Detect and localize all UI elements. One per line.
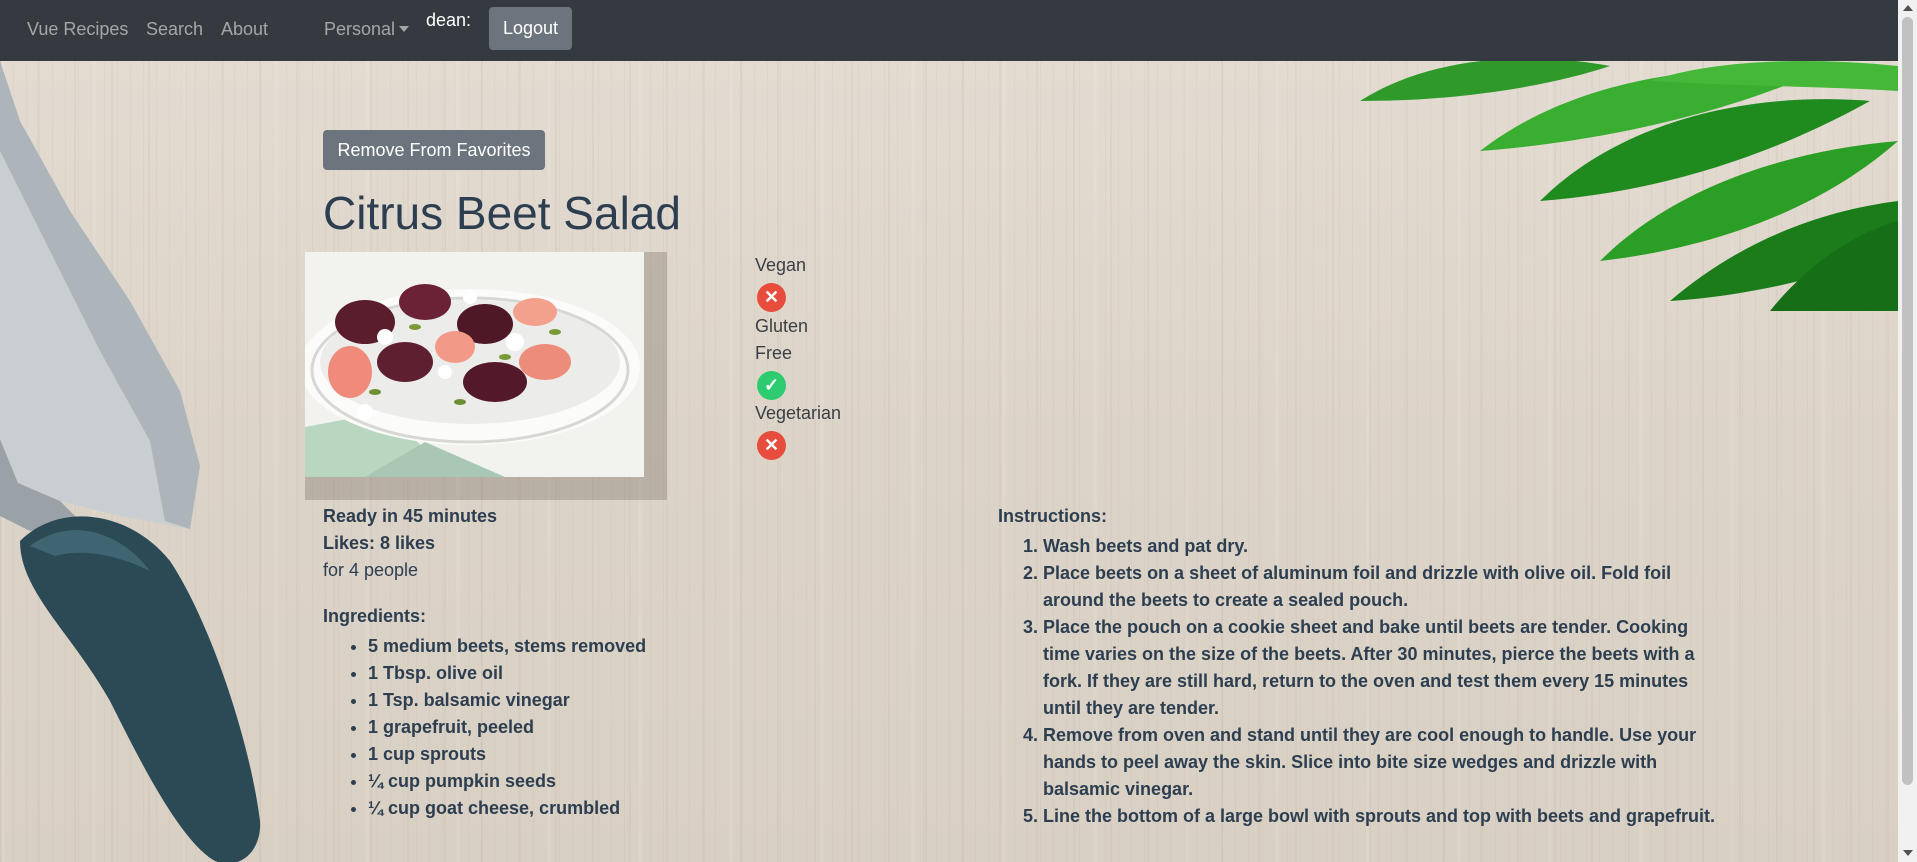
salad-image [305,252,644,477]
remove-from-favorites-button[interactable]: Remove From Favorites [323,130,545,170]
ready-time: Ready in 45 minutes [323,506,498,526]
logout-button[interactable]: Logout [489,7,572,50]
leaves-background-image [1360,61,1898,311]
x-circle-icon: ✕ [757,283,786,312]
nav-search-link[interactable]: Search [146,19,203,40]
diet-vegan-label: Vegan [755,255,807,275]
nav-personal-dropdown[interactable]: Personal [324,19,410,40]
instruction-step: Line the bottom of a large bowl with spr… [1043,803,1720,830]
instructions-heading: Instructions: [998,506,1108,526]
nav-username: dean: [426,10,472,30]
scroll-down-arrow-icon[interactable] [1903,850,1913,856]
servings: for 4 people [323,560,419,580]
instruction-step: Place beets on a sheet of aluminum foil … [1043,560,1720,614]
ingredient-item: 1 grapefruit, peeled [368,714,646,741]
page-title: Citrus Beet Salad [323,187,681,239]
top-navbar: Vue Recipes Search About Personal dean: … [0,0,1898,61]
knife-background-image [0,61,261,862]
instruction-step: Wash beets and pat dry. [1043,533,1720,560]
ingredients-list: 5 medium beets, stems removed 1 Tbsp. ol… [323,633,646,822]
likes-count: Likes: 8 likes [323,533,436,553]
ingredient-item: 5 medium beets, stems removed [368,633,646,660]
nav-brand-link[interactable]: Vue Recipes [27,19,128,40]
nav-about-link[interactable]: About [221,19,268,40]
ingredient-item: ¼ cup pumpkin seeds [368,768,646,795]
recipe-photo [305,252,644,477]
ingredient-item: ¼ cup goat cheese, crumbled [368,795,646,822]
ingredient-item: 1 cup sprouts [368,741,646,768]
diet-vegetarian-label: Vegetarian [755,403,842,423]
nav-personal-label: Personal [324,19,396,39]
instruction-step: Remove from oven and stand until they ar… [1043,722,1720,803]
ingredients-heading: Ingredients: [323,606,427,626]
page-scrollbar[interactable] [1898,0,1917,862]
scrollbar-thumb[interactable] [1902,17,1913,785]
instructions-list: Wash beets and pat dry. Place beets on a… [998,533,1720,830]
diet-gluten-free-label: Gluten Free [755,316,809,363]
check-circle-icon: ✓ [757,371,786,400]
instruction-step: Place the pouch on a cookie sheet and ba… [1043,614,1720,722]
caret-down-icon [399,26,410,32]
ingredient-item: 1 Tbsp. olive oil [368,660,646,687]
ingredient-item: 1 Tsp. balsamic vinegar [368,687,646,714]
scroll-up-arrow-icon[interactable] [1903,5,1913,11]
x-circle-icon: ✕ [757,431,786,460]
